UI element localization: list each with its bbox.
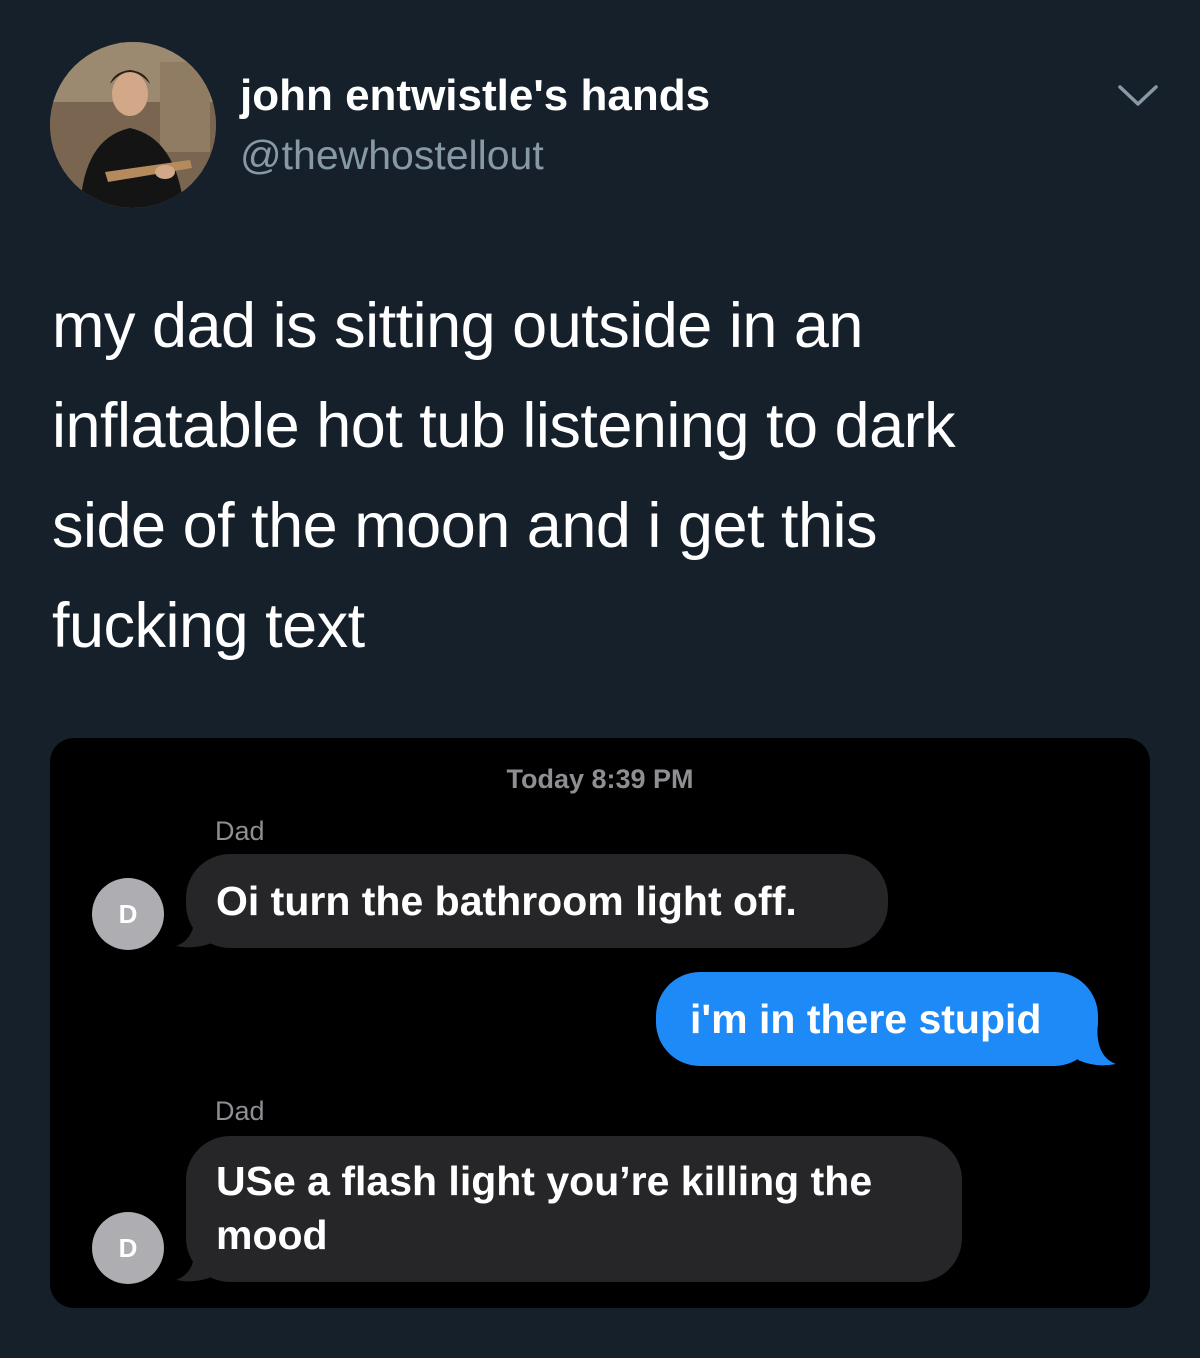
- message-timestamp: Today 8:39 PM: [506, 764, 694, 794]
- display-name[interactable]: john entwistle's hands: [240, 68, 710, 124]
- message-bubble-incoming[interactable]: USe a flash light you’re killing the moo…: [186, 1136, 962, 1282]
- tweet-text: my dad is sitting outside in an inflatab…: [52, 291, 956, 661]
- profile-photo-icon: [50, 42, 216, 208]
- profile-avatar[interactable]: [50, 42, 216, 208]
- message-bubble-outgoing[interactable]: i'm in there stupid: [656, 972, 1098, 1066]
- message-bubble-incoming[interactable]: Oi turn the bathroom light off.: [186, 854, 888, 948]
- message-text: USe a flash light you’re killing the moo…: [216, 1158, 873, 1258]
- contact-avatar: D: [92, 1212, 164, 1284]
- message-text: Oi turn the bathroom light off.: [216, 878, 797, 924]
- user-handle[interactable]: @thewhostellout: [240, 128, 544, 182]
- message-text: i'm in there stupid: [690, 996, 1042, 1042]
- sender-label: Dad: [215, 816, 265, 846]
- message-screenshot: Today 8:39 PM Dad D Oi turn the bathroom…: [50, 738, 1150, 1308]
- chevron-down-icon[interactable]: [1116, 82, 1160, 110]
- sender-label: Dad: [215, 1096, 265, 1126]
- contact-avatar: D: [92, 878, 164, 950]
